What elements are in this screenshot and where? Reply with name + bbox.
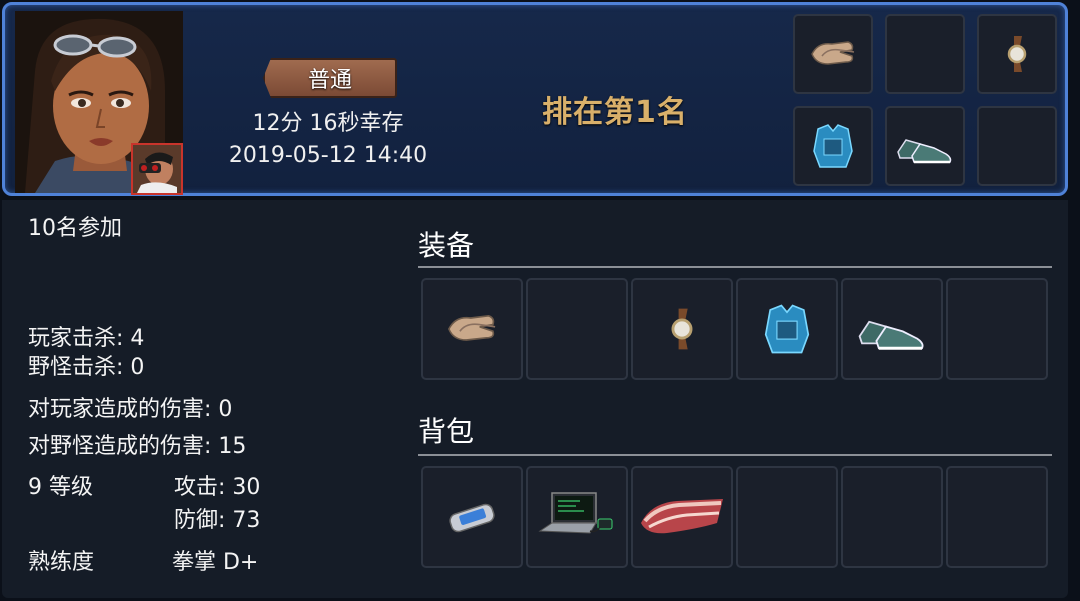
damage-to-monsters: 对野怪造成的伤害: 15 xyxy=(28,434,247,459)
survival-time: 12分 16秒幸存 xyxy=(252,111,404,136)
equipment-title: 装备 xyxy=(418,229,475,262)
raw-meat-icon xyxy=(641,499,723,534)
backpack-slot[interactable] xyxy=(736,466,838,568)
match-datetime: 2019-05-12 14:40 xyxy=(228,143,428,168)
gloves-icon xyxy=(447,314,496,341)
backpack-slot[interactable] xyxy=(631,466,733,568)
armor-vest-icon xyxy=(764,304,810,354)
game-mode-badge: 普通 xyxy=(263,58,397,98)
top-equip-slot[interactable] xyxy=(885,14,965,94)
backpack-slot[interactable] xyxy=(421,466,523,568)
damage-to-players: 对玩家造成的伤害: 0 xyxy=(28,397,233,422)
backpack-title: 背包 xyxy=(418,415,475,448)
sneakers-icon xyxy=(858,320,924,350)
top-equip-slot[interactable] xyxy=(977,106,1057,186)
player-kills: 玩家击杀: 4 xyxy=(28,326,145,351)
equipment-slot[interactable] xyxy=(526,278,628,380)
proficiency-label: 熟练度 xyxy=(28,550,95,575)
gloves-icon xyxy=(811,41,855,65)
top-equip-slot[interactable] xyxy=(793,106,873,186)
top-equip-slot[interactable] xyxy=(885,106,965,186)
armor-vest-icon xyxy=(813,124,853,168)
squad-member-avatar xyxy=(131,143,183,195)
wristwatch-icon xyxy=(671,308,693,350)
top-equip-slot[interactable] xyxy=(977,14,1057,94)
backpack-divider xyxy=(418,454,1052,456)
player-level: 9 等级 xyxy=(28,475,93,500)
backpack-slot[interactable] xyxy=(526,466,628,568)
monster-kills: 野怪击杀: 0 xyxy=(28,355,145,380)
pager-device-icon xyxy=(449,503,495,533)
proficiency-value: 拳掌 D+ xyxy=(172,550,259,575)
top-equip-slot[interactable] xyxy=(793,14,873,94)
wristwatch-icon xyxy=(1007,36,1027,72)
attack-stat: 攻击: 30 xyxy=(174,475,261,500)
equipment-slot[interactable] xyxy=(946,278,1048,380)
backpack-slot[interactable] xyxy=(946,466,1048,568)
equipment-divider xyxy=(418,266,1052,268)
equipment-slot[interactable] xyxy=(421,278,523,380)
laptop-icon xyxy=(538,492,613,534)
rank-text: 排在第1名 xyxy=(542,95,688,130)
sneakers-icon xyxy=(897,139,952,164)
equipment-slot[interactable] xyxy=(736,278,838,380)
defense-stat: 防御: 73 xyxy=(174,508,261,533)
equipment-slot[interactable] xyxy=(841,278,943,380)
participants-count: 10名参加 xyxy=(28,216,122,241)
backpack-slot[interactable] xyxy=(841,466,943,568)
equipment-slot[interactable] xyxy=(631,278,733,380)
match-summary-card: 普通 12分 16秒幸存 2019-05-12 14:40 排在第1名 xyxy=(2,2,1068,196)
